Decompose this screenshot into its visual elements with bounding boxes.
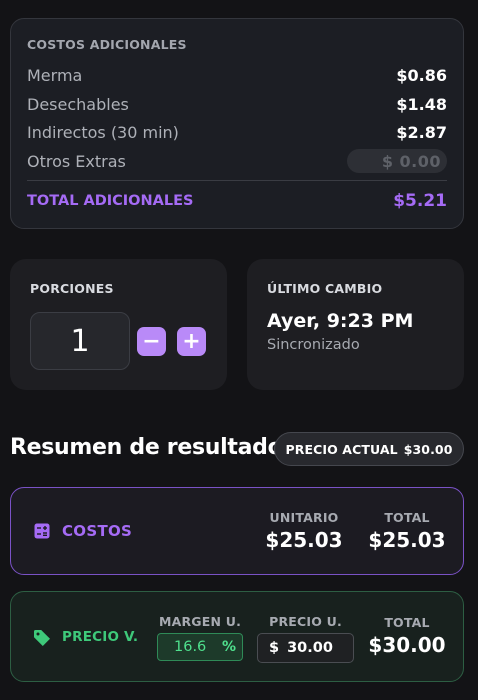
cost-row-merma: Merma $0.86 [27,62,447,88]
total-adicionales-row: TOTAL ADICIONALES $5.21 [27,188,447,214]
otros-extras-input[interactable]: $ 0.00 [347,149,447,173]
otros-extras-label: Otros Extras [27,151,126,171]
sale-price-card: PRECIO V. MARGEN U. 16.6 % PRECIO U. $ 3… [10,591,464,682]
unit-cost-value: $25.03 [265,528,343,552]
cost-row-label: Desechables [27,94,129,114]
last-change-heading: ÚLTIMO CAMBIO [267,281,383,296]
tag-icon [34,630,50,646]
total-cost-value: $25.03 [368,528,446,552]
total-adicionales-label: TOTAL ADICIONALES [27,193,194,209]
divider [27,180,447,181]
current-price-value: $30.00 [403,441,453,457]
decrement-button[interactable]: − [137,327,166,356]
total-adicionales-value: $5.21 [393,191,447,211]
sync-status: Sincronizado [267,337,360,353]
calculator-icon [34,523,50,539]
costs-label: COSTOS [62,522,133,540]
cost-row-desechables: Desechables $1.48 [27,91,447,117]
cost-row-value: $1.48 [396,94,447,114]
unit-cost-header: UNITARIO [269,510,339,525]
unit-price-header: PRECIO U. [269,614,342,629]
last-change-time: Ayer, 9:23 PM [267,310,414,332]
last-change-card: ÚLTIMO CAMBIO Ayer, 9:23 PM Sincronizado [247,259,464,390]
portions-card: PORCIONES 1 − + [10,259,227,390]
unit-price-value: 30.00 [287,640,333,656]
unit-price-input[interactable]: $ 30.00 [257,633,354,663]
cost-row-value: $0.86 [396,65,447,85]
currency-symbol: $ [269,640,280,656]
current-price-pill[interactable]: PRECIO ACTUAL $30.00 [274,432,464,466]
costs-result-card: COSTOS UNITARIO $25.03 TOTAL $25.03 [10,487,464,575]
sale-price-label: PRECIO V. [62,629,139,645]
margin-input[interactable]: 16.6 % [157,633,243,661]
additional-costs-heading: COSTOS ADICIONALES [27,37,187,52]
cost-row-indirectos: Indirectos (30 min) $2.87 [27,119,447,145]
current-price-label: PRECIO ACTUAL [285,441,398,457]
cost-row-label: Indirectos (30 min) [27,122,179,142]
portions-heading: PORCIONES [30,281,114,296]
margin-value: 16.6 [174,639,207,655]
portions-input[interactable]: 1 [30,312,130,370]
cost-row-otros: Otros Extras $ 0.00 [27,148,447,174]
total-price-header: TOTAL [384,615,430,630]
total-price-value: $30.00 [368,633,446,657]
margin-header: MARGEN U. [158,614,242,629]
results-summary-title: Resumen de resultados [10,435,296,460]
total-cost-header: TOTAL [384,510,430,525]
additional-costs-card: COSTOS ADICIONALES Merma $0.86 Desechabl… [10,18,464,229]
percent-symbol: % [221,639,236,655]
increment-button[interactable]: + [177,327,206,356]
cost-row-label: Merma [27,65,83,85]
cost-row-value: $2.87 [396,122,447,142]
